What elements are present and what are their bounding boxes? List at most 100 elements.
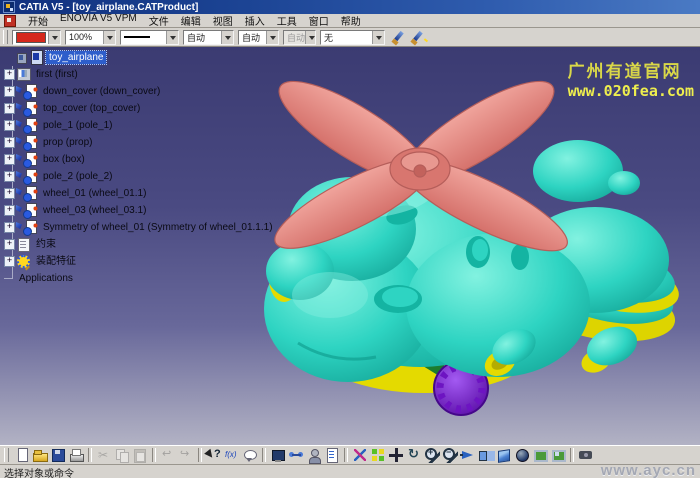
- menu-item-5[interactable]: 插入: [239, 13, 271, 28]
- tree-item-label[interactable]: down_cover (down_cover): [40, 85, 163, 98]
- tree-item-pole_1-pole_1-[interactable]: + pole_1 (pole_1): [2, 117, 302, 134]
- tree-item-top_cover-top_cover-[interactable]: + top_cover (top_cover): [2, 100, 302, 117]
- fill-color-combo[interactable]: [12, 30, 61, 45]
- normal-view-icon[interactable]: [460, 447, 476, 463]
- tree-item-wheel_01-wheel_01-1-[interactable]: + wheel_01 (wheel_01.1): [2, 185, 302, 202]
- chevron-down-icon[interactable]: [305, 31, 316, 44]
- report-icon[interactable]: [324, 447, 340, 463]
- tree-expander-icon[interactable]: +: [4, 239, 15, 250]
- chevron-down-icon[interactable]: [372, 31, 384, 44]
- tree-expander-icon[interactable]: +: [4, 222, 15, 233]
- tree-expander-icon[interactable]: +: [4, 120, 15, 131]
- cabin-dome[interactable]: [533, 140, 623, 202]
- tree-item-label[interactable]: pole_2 (pole_2): [40, 170, 116, 183]
- rotate-icon[interactable]: [406, 447, 422, 463]
- help-icon[interactable]: [206, 447, 222, 463]
- tree-item-prop-prop-[interactable]: + prop (prop): [2, 134, 302, 151]
- body-dimple-inner: [472, 239, 488, 261]
- view-a-icon[interactable]: [532, 447, 548, 463]
- fly-icon[interactable]: [352, 447, 368, 463]
- line-weight-combo[interactable]: 自动: [183, 30, 234, 45]
- tree-expander-icon[interactable]: +: [4, 103, 15, 114]
- status-bar: 选择对象或命令 www.ayc.cn: [0, 464, 700, 478]
- tree-item-label[interactable]: toy_airplane: [46, 51, 106, 64]
- tree-item-pole_2-pole_2-[interactable]: + pole_2 (pole_2): [2, 168, 302, 185]
- open-icon[interactable]: [32, 447, 48, 463]
- fill-color-swatch: [16, 32, 46, 43]
- link-icon[interactable]: [288, 447, 304, 463]
- tree-item-label[interactable]: pole_1 (pole_1): [40, 119, 116, 132]
- chevron-down-icon[interactable]: [166, 31, 178, 44]
- monitor-icon[interactable]: [270, 447, 286, 463]
- chevron-down-icon[interactable]: [48, 31, 60, 44]
- menu-item-0[interactable]: 开始: [22, 13, 54, 28]
- multiview-icon[interactable]: [370, 447, 386, 463]
- point-style-combo[interactable]: 自动: [238, 30, 279, 45]
- tree-expander-icon[interactable]: +: [4, 205, 15, 216]
- line-type-combo[interactable]: [120, 30, 179, 45]
- layer-combo[interactable]: 无: [320, 30, 385, 45]
- toolbar-grip[interactable]: [3, 30, 8, 44]
- tree-item-symmetry-of-wheel_01-symmetry-of-wheel_01-1-1-[interactable]: + Symmetry of wheel_01 (Symmetry of wheel…: [2, 219, 302, 236]
- tree-expander-icon[interactable]: +: [4, 171, 15, 182]
- tree-item-label[interactable]: first (first): [33, 68, 81, 81]
- chevron-down-icon[interactable]: [221, 31, 233, 44]
- tree-item--[interactable]: + 约束: [2, 236, 302, 253]
- menu-item-3[interactable]: 编辑: [175, 13, 207, 28]
- tree-expander-icon[interactable]: +: [4, 69, 15, 80]
- tree-item-box-box-[interactable]: + box (box): [2, 151, 302, 168]
- chevron-down-icon[interactable]: [266, 31, 278, 44]
- new-icon[interactable]: [14, 447, 30, 463]
- menu-item-6[interactable]: 工具: [271, 13, 303, 28]
- tree-expander-icon[interactable]: +: [4, 188, 15, 199]
- menu-item-7[interactable]: 窗口: [303, 13, 335, 28]
- chevron-down-icon[interactable]: [103, 31, 115, 44]
- view-b-icon[interactable]: [550, 447, 566, 463]
- document-icon[interactable]: [4, 15, 16, 27]
- tree-expander-icon[interactable]: +: [4, 154, 15, 165]
- tree-item--[interactable]: + 装配特征: [2, 253, 302, 270]
- title-bar[interactable]: CATIA V5 - [toy_airplane.CATProduct]: [0, 0, 700, 14]
- chat-icon[interactable]: [242, 447, 258, 463]
- tree-item-label[interactable]: Applications: [16, 272, 76, 285]
- menu-item-8[interactable]: 帮助: [335, 13, 367, 28]
- shaded-icon[interactable]: [514, 447, 530, 463]
- toy-airplane-model[interactable]: [264, 64, 684, 415]
- pan-icon[interactable]: [388, 447, 404, 463]
- tree-item-down_cover-down_cover-[interactable]: + down_cover (down_cover): [2, 83, 302, 100]
- print-icon[interactable]: [68, 447, 84, 463]
- tree-item-label[interactable]: box (box): [40, 153, 88, 166]
- tree-item-first-first-[interactable]: + first (first): [2, 66, 302, 83]
- zoom-in-icon[interactable]: [424, 447, 440, 463]
- painter-wizard-icon[interactable]: [409, 30, 426, 45]
- opacity-combo[interactable]: 100%: [65, 30, 116, 45]
- menu-item-4[interactable]: 视图: [207, 13, 239, 28]
- render-style-combo[interactable]: 自动: [283, 30, 316, 45]
- component-mark-icon: [16, 137, 22, 144]
- isometric-icon[interactable]: [496, 447, 512, 463]
- tree-item-label[interactable]: wheel_01 (wheel_01.1): [40, 187, 149, 200]
- tree-item-label[interactable]: Symmetry of wheel_01 (Symmetry of wheel_…: [40, 221, 276, 234]
- tree-item-label[interactable]: prop (prop): [40, 136, 95, 149]
- toolbar-grip[interactable]: [4, 448, 9, 462]
- tree-item-label[interactable]: wheel_03 (wheel_03.1): [40, 204, 149, 217]
- menu-item-1[interactable]: ENOVIA V5 VPM: [54, 13, 143, 28]
- tree-item-label[interactable]: 装配特征: [33, 255, 79, 268]
- tree-item-label[interactable]: top_cover (top_cover): [40, 102, 143, 115]
- tree-expander-icon[interactable]: +: [4, 256, 15, 267]
- camera-icon[interactable]: [578, 447, 594, 463]
- menu-item-2[interactable]: 文件: [143, 13, 175, 28]
- formula-icon[interactable]: [224, 447, 240, 463]
- painter-icon[interactable]: [390, 30, 407, 45]
- tree-item-wheel_03-wheel_03-1-[interactable]: + wheel_03 (wheel_03.1): [2, 202, 302, 219]
- tree-item-label[interactable]: 约束: [33, 238, 59, 251]
- person-icon[interactable]: [306, 447, 322, 463]
- save-icon[interactable]: [50, 447, 66, 463]
- tree-expander-icon[interactable]: +: [4, 86, 15, 97]
- zoom-out-icon[interactable]: [442, 447, 458, 463]
- split-icon[interactable]: [478, 447, 494, 463]
- tree-item-applications[interactable]: Applications: [2, 270, 302, 287]
- tree-item-toy_airplane[interactable]: toy_airplane: [2, 49, 302, 66]
- cabin-bump[interactable]: [608, 171, 640, 195]
- tree-expander-icon[interactable]: +: [4, 137, 15, 148]
